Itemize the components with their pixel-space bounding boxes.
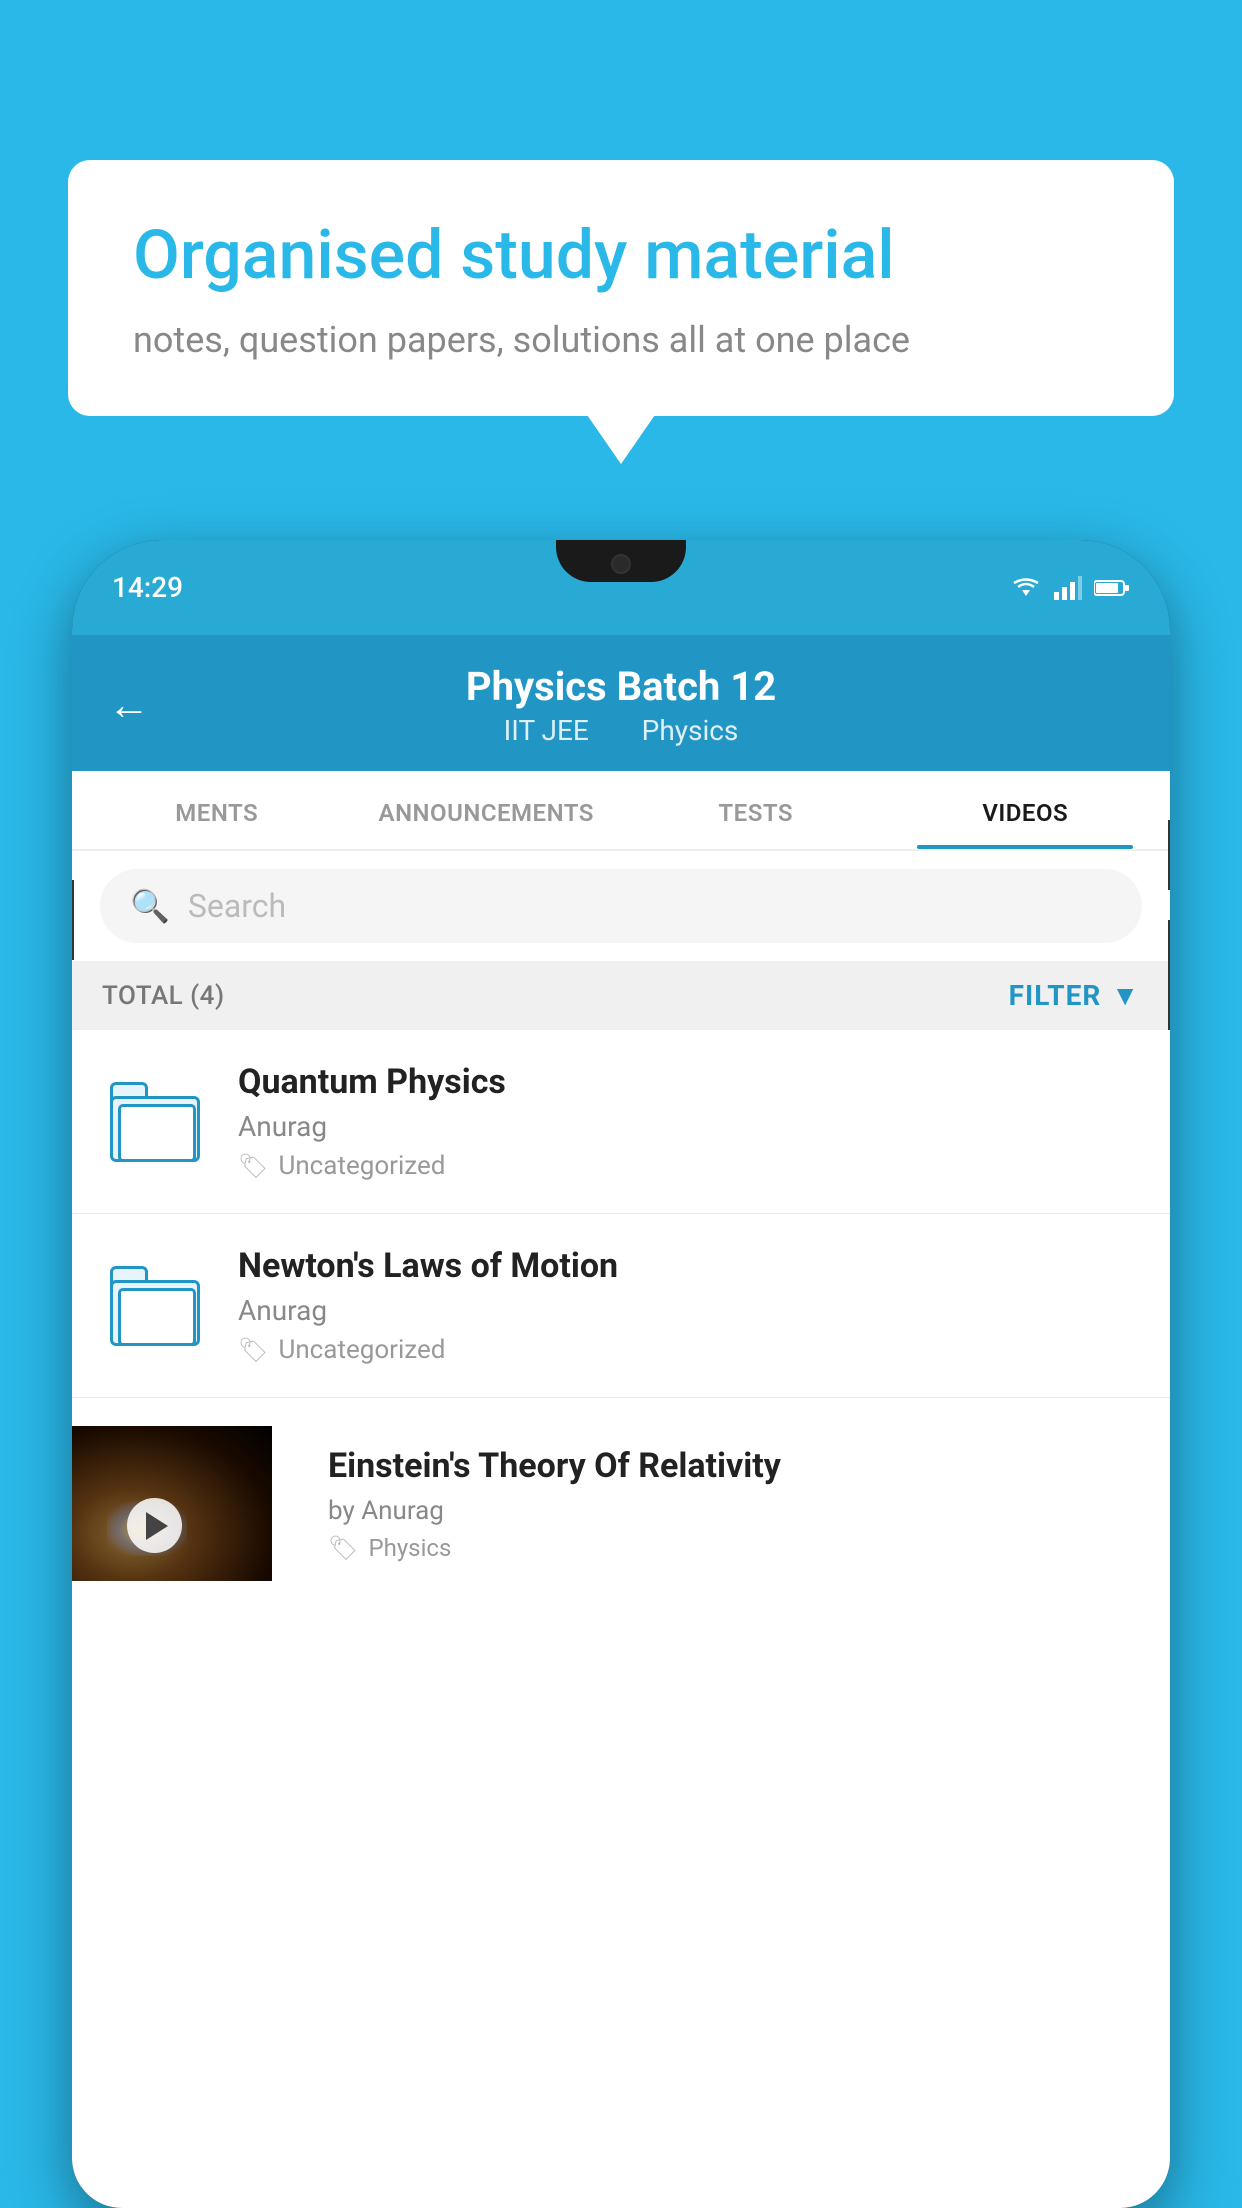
item-info: Newton's Laws of Motion Anurag 🏷 Uncateg… (238, 1246, 1142, 1365)
video-author: by Anurag (328, 1496, 1142, 1526)
video-tag: 🏷 Uncategorized (238, 1151, 1142, 1181)
status-bar: 14:29 (72, 540, 1170, 635)
item-thumbnail (100, 1251, 210, 1361)
folder-icon (110, 1266, 200, 1346)
header-title-group: Physics Batch 12 IIT JEE Physics (178, 663, 1064, 747)
list-item[interactable]: Einstein's Theory Of Relativity by Anura… (72, 1398, 1170, 1581)
video-title: Einstein's Theory Of Relativity (328, 1444, 1142, 1488)
subtitle-physics: Physics (642, 714, 739, 747)
signal-icon (1054, 576, 1082, 600)
play-icon (146, 1512, 168, 1540)
search-bar[interactable]: 🔍 Search (100, 869, 1142, 943)
item-info: Einstein's Theory Of Relativity by Anura… (300, 1426, 1170, 1562)
tab-announcements[interactable]: ANNOUNCEMENTS (352, 771, 622, 849)
bubble-title: Organised study material (133, 215, 1109, 297)
video-thumbnail-image (72, 1426, 272, 1581)
list-item[interactable]: Quantum Physics Anurag 🏷 Uncategorized (72, 1030, 1170, 1214)
tag-icon: 🏷 (238, 1152, 268, 1180)
video-title: Newton's Laws of Motion (238, 1246, 1142, 1286)
search-icon: 🔍 (130, 887, 170, 925)
video-list: Quantum Physics Anurag 🏷 Uncategorized (72, 1030, 1170, 1581)
battery-icon (1094, 578, 1130, 598)
phone-content: ← Physics Batch 12 IIT JEE Physics MENTS… (72, 635, 1170, 2208)
side-button-left (72, 880, 74, 960)
status-icons (1010, 576, 1130, 600)
subtitle-separator (612, 714, 626, 747)
wifi-icon (1010, 576, 1042, 600)
video-author: Anurag (238, 1110, 1142, 1143)
tag-label: Uncategorized (278, 1151, 445, 1181)
tag-label: Physics (368, 1534, 451, 1562)
side-button-right-1 (1168, 820, 1170, 890)
bubble-subtitle: notes, question papers, solutions all at… (133, 319, 1109, 361)
batch-subtitle: IIT JEE Physics (178, 714, 1064, 747)
tag-label: Uncategorized (278, 1335, 445, 1365)
item-info: Quantum Physics Anurag 🏷 Uncategorized (238, 1062, 1142, 1181)
video-tag: 🏷 Uncategorized (238, 1335, 1142, 1365)
speech-bubble: Organised study material notes, question… (68, 160, 1174, 416)
tab-tests[interactable]: TESTS (621, 771, 891, 849)
total-count: TOTAL (4) (102, 981, 225, 1011)
folder-icon (110, 1082, 200, 1162)
search-section: 🔍 Search (72, 851, 1170, 961)
play-button[interactable] (127, 1498, 182, 1553)
app-header: ← Physics Batch 12 IIT JEE Physics (72, 635, 1170, 771)
phone-frame: 14:29 ← (72, 540, 1170, 2208)
tab-videos[interactable]: VIDEOS (891, 771, 1161, 849)
item-thumbnail (100, 1067, 210, 1177)
filter-icon: ▼ (1111, 979, 1140, 1012)
tag-icon: 🏷 (238, 1336, 268, 1364)
camera (611, 554, 631, 574)
tab-documents[interactable]: MENTS (82, 771, 352, 849)
video-title: Quantum Physics (238, 1062, 1142, 1102)
search-placeholder: Search (188, 887, 286, 925)
status-time: 14:29 (112, 571, 183, 604)
tabs-bar: MENTS ANNOUNCEMENTS TESTS VIDEOS (72, 771, 1170, 851)
notch (556, 540, 686, 582)
tag-icon: 🏷 (328, 1534, 358, 1562)
back-button[interactable]: ← (108, 681, 150, 730)
filter-label: FILTER (1009, 979, 1102, 1012)
batch-title: Physics Batch 12 (178, 663, 1064, 710)
video-tag: 🏷 Physics (328, 1534, 1142, 1562)
side-button-right-2 (1168, 920, 1170, 1030)
subtitle-iitjee: IIT JEE (504, 714, 589, 747)
filter-button[interactable]: FILTER ▼ (1009, 979, 1140, 1012)
list-item[interactable]: Newton's Laws of Motion Anurag 🏷 Uncateg… (72, 1214, 1170, 1398)
video-author: Anurag (238, 1294, 1142, 1327)
filter-bar: TOTAL (4) FILTER ▼ (72, 961, 1170, 1030)
